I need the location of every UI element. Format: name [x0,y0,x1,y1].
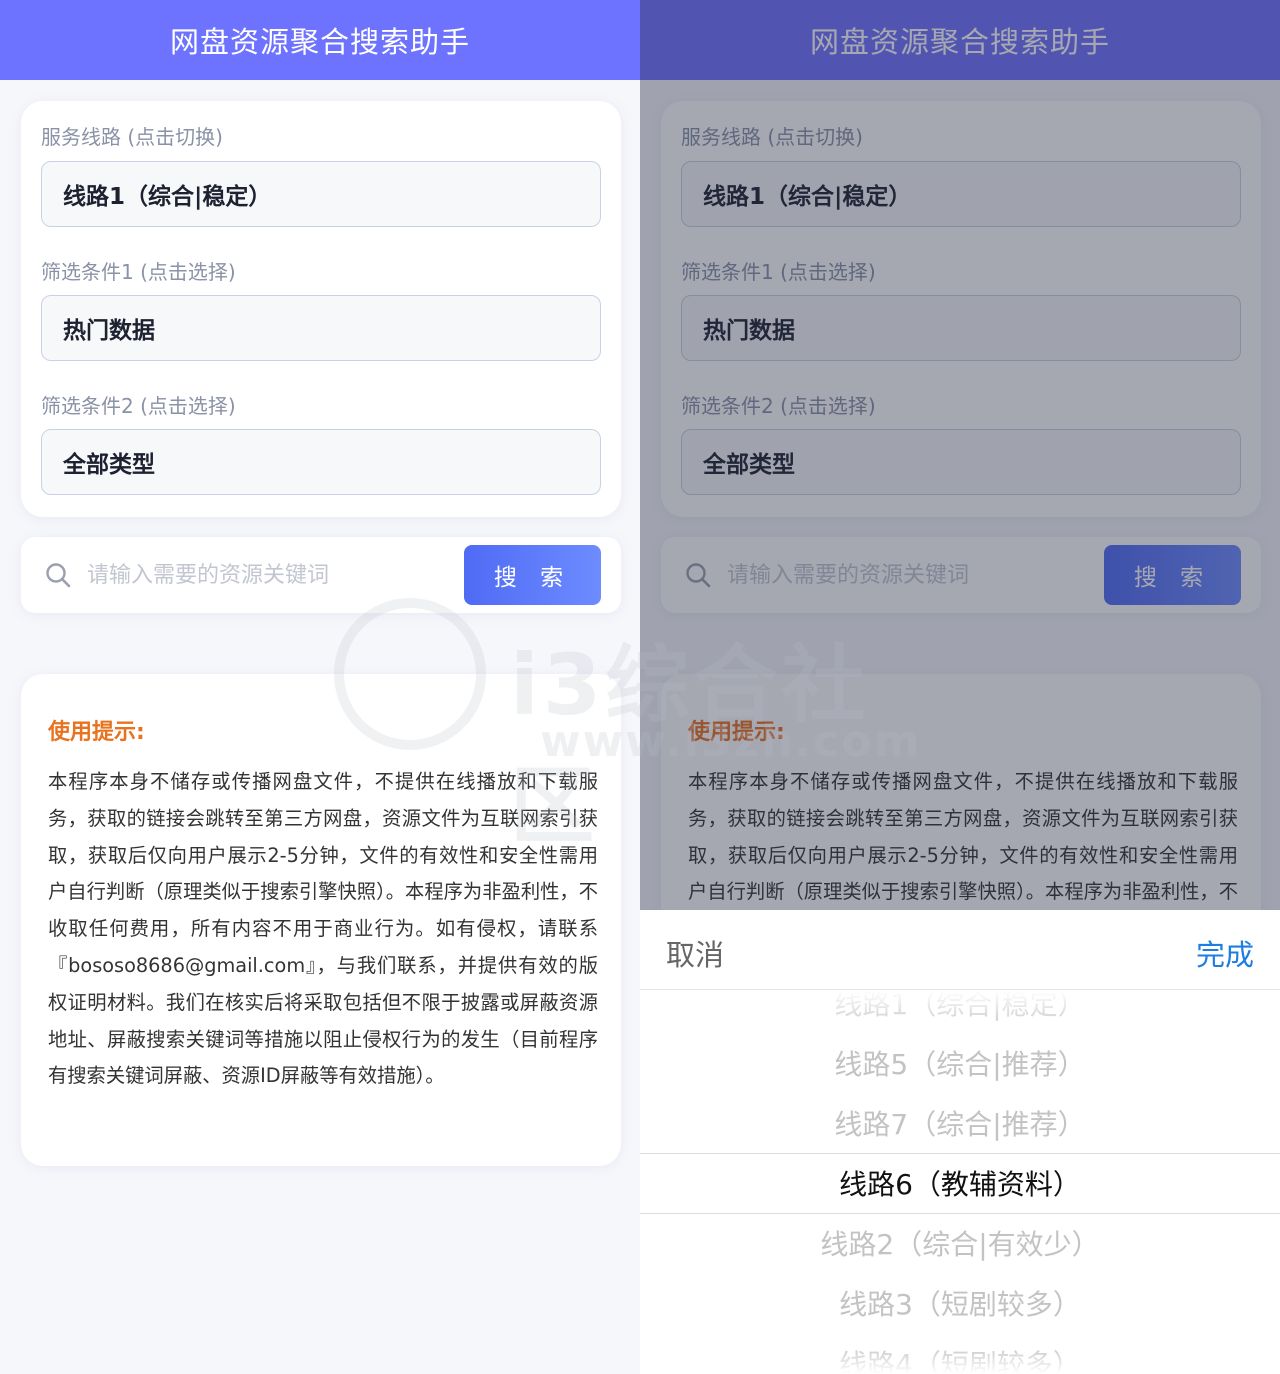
app-title: 网盘资源聚合搜索助手 [169,25,470,59]
picker-option[interactable]: 线路7（综合|推荐） [640,1093,1280,1153]
route-picker-sheet: 取消 完成 线路1（综合|稳定）线路5（综合|推荐）线路7（综合|推荐）线路6（… [640,910,1280,1374]
picker-fade-top [640,991,1280,1031]
route-label: 服务线路 (点击切换) [41,125,223,149]
tips-body: 本程序本身不储存或传播网盘文件，不提供在线播放和下载服务，获取的链接会跳转至第三… [48,770,598,1088]
filter1-label: 筛选条件1 (点击选择) [41,260,236,284]
picker-done-button[interactable]: 完成 [1196,932,1254,974]
filter-card: 服务线路 (点击切换) 线路1（综合|稳定） 筛选条件1 (点击选择) 热门数据… [21,101,621,517]
picker-toolbar: 取消 完成 [640,910,1280,990]
picker-selection-bottom-line [640,1213,1280,1214]
picker-fade-bottom [640,1344,1280,1374]
search-icon [46,563,71,588]
search-button[interactable]: 搜 索 [464,545,601,605]
right-screen: 网盘资源聚合搜索助手 服务线路 (点击切换) 线路1（综合|稳定） 筛选条件1 … [640,0,1280,1374]
left-screen: 网盘资源聚合搜索助手 服务线路 (点击切换) 线路1（综合|稳定） 筛选条件1 … [0,0,640,1374]
route-select[interactable]: 线路1（综合|稳定） [41,161,601,227]
app-header: 网盘资源聚合搜索助手 [0,0,640,80]
filter2-label: 筛选条件2 (点击选择) [41,394,236,418]
tips-title: 使用提示: [48,720,145,745]
filter2-select[interactable]: 全部类型 [41,429,601,495]
filter1-select[interactable]: 热门数据 [41,295,601,361]
search-bar: 搜 索 [21,537,621,613]
search-input[interactable] [87,555,447,595]
picker-selection-top-line [640,1153,1280,1154]
picker-option[interactable]: 线路6（教辅资料） [640,1153,1280,1213]
tips-card: 使用提示: 本程序本身不储存或传播网盘文件，不提供在线播放和下载服务，获取的链接… [21,674,621,1166]
picker-option[interactable]: 线路3（短剧较多） [640,1273,1280,1333]
picker-cancel-button[interactable]: 取消 [666,932,724,974]
picker-option[interactable]: 线路2（综合|有效少） [640,1213,1280,1273]
route-picker-wheel[interactable]: 线路1（综合|稳定）线路5（综合|推荐）线路7（综合|推荐）线路6（教辅资料）线… [640,991,1280,1374]
picker-option[interactable]: 线路5（综合|推荐） [640,1033,1280,1093]
